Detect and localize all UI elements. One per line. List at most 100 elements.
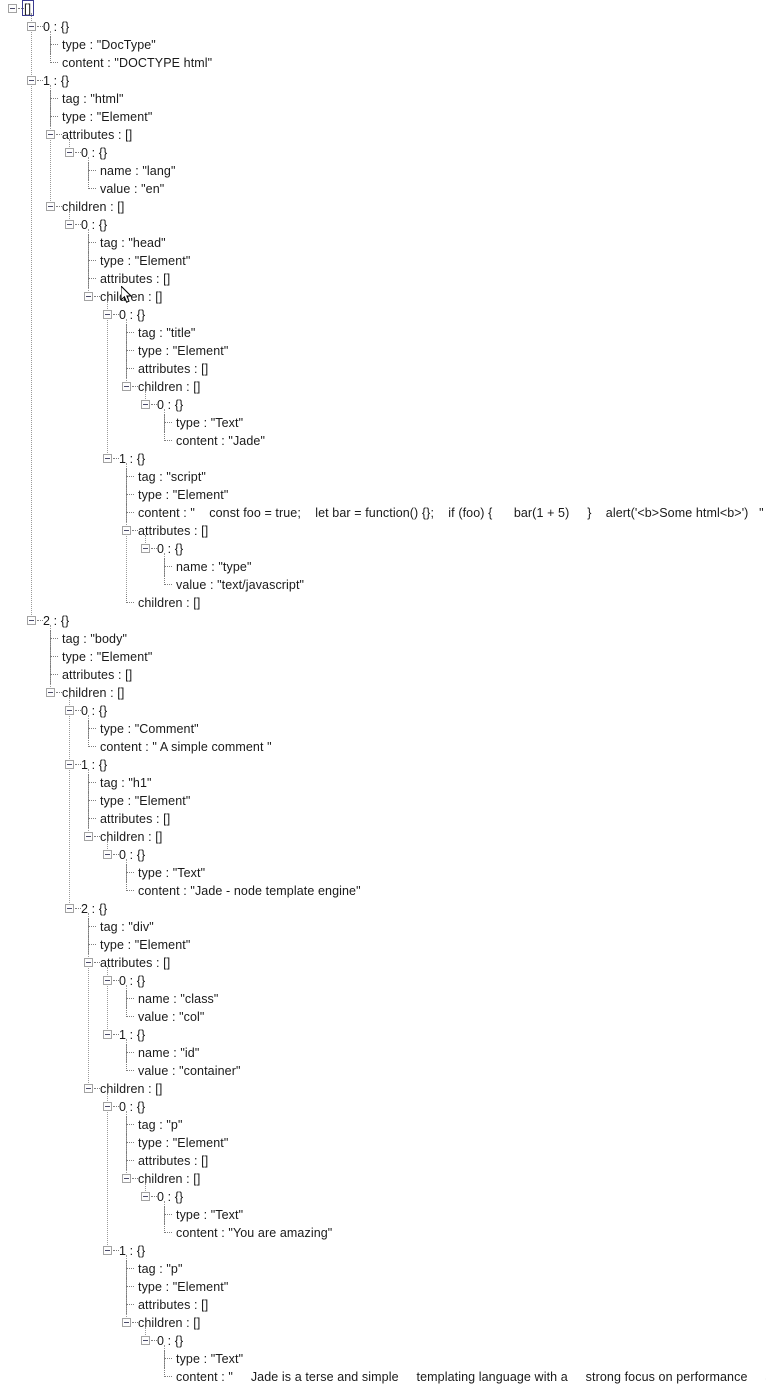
collapse-node-icon[interactable] (84, 1084, 93, 1093)
collapse-node-icon[interactable] (103, 454, 112, 463)
tree-node-label[interactable]: type : "Text" (176, 1350, 243, 1368)
tree-node-label[interactable]: type : "Element" (138, 1134, 228, 1152)
tree-node-label[interactable]: attributes : [] (62, 126, 132, 144)
tree-node-label[interactable]: type : "Element" (138, 1278, 228, 1296)
tree-node-label[interactable]: 0 : {} (157, 396, 183, 414)
tree-node-label[interactable]: type : "Element" (100, 936, 190, 954)
collapse-node-icon[interactable] (27, 616, 36, 625)
tree-node-label[interactable]: 0 : {} (119, 972, 145, 990)
tree-node-label[interactable]: type : "DocType" (62, 36, 156, 54)
collapse-node-icon[interactable] (141, 544, 150, 553)
tree-node-label[interactable]: attributes : [] (100, 270, 170, 288)
tree-node-label[interactable]: children : [] (138, 1170, 200, 1188)
collapse-node-icon[interactable] (27, 22, 36, 31)
tree-node-label[interactable]: type : "Text" (176, 1206, 243, 1224)
collapse-node-icon[interactable] (122, 1174, 131, 1183)
tree-node-label[interactable]: children : [] (100, 828, 162, 846)
collapse-node-icon[interactable] (46, 202, 55, 211)
tree-node-label[interactable]: value : "text/javascript" (176, 576, 304, 594)
tree-node-label[interactable]: attributes : [] (138, 1152, 208, 1170)
collapse-node-icon[interactable] (141, 400, 150, 409)
tree-node-label[interactable]: tag : "head" (100, 234, 166, 252)
collapse-node-icon[interactable] (84, 958, 93, 967)
tree-node-label[interactable]: tag : "body" (62, 630, 127, 648)
collapse-node-icon[interactable] (103, 310, 112, 319)
collapse-node-icon[interactable] (8, 4, 17, 13)
tree-node-label[interactable]: 1 : {} (119, 450, 145, 468)
tree-node-label[interactable]: content : " Jade is a terse and simple t… (176, 1368, 766, 1386)
tree-node-label[interactable]: children : [] (100, 1080, 162, 1098)
tree-node-label[interactable]: 0 : {} (81, 144, 107, 162)
tree-node-label[interactable]: attributes : [] (62, 666, 132, 684)
collapse-node-icon[interactable] (103, 1102, 112, 1111)
tree-node-label[interactable]: 2 : {} (43, 612, 69, 630)
tree-node-label[interactable]: name : "id" (138, 1044, 199, 1062)
tree-node-label[interactable]: type : "Element" (62, 108, 152, 126)
collapse-node-icon[interactable] (65, 220, 74, 229)
tree-node-label[interactable]: 2 : {} (81, 900, 107, 918)
tree-node-label[interactable]: type : "Text" (176, 414, 243, 432)
collapse-node-icon[interactable] (103, 1030, 112, 1039)
tree-node-label[interactable]: type : "Text" (138, 864, 205, 882)
collapse-node-icon[interactable] (103, 976, 112, 985)
tree-node-label[interactable]: [] (24, 0, 31, 18)
tree-node-label[interactable]: 0 : {} (119, 1098, 145, 1116)
tree-node-label[interactable]: name : "lang" (100, 162, 176, 180)
tree-node-label[interactable]: tag : "div" (100, 918, 154, 936)
tree-node-label[interactable]: 1 : {} (119, 1242, 145, 1260)
tree-node-label[interactable]: type : "Element" (100, 792, 190, 810)
tree-node-label[interactable]: children : [] (138, 1314, 200, 1332)
collapse-node-icon[interactable] (141, 1192, 150, 1201)
tree-node-label[interactable]: 0 : {} (81, 702, 107, 720)
tree-node-label[interactable]: attributes : [] (138, 522, 208, 540)
collapse-node-icon[interactable] (103, 850, 112, 859)
tree-node-label[interactable]: content : "You are amazing" (176, 1224, 332, 1242)
tree-node-label[interactable]: type : "Element" (100, 252, 190, 270)
tree-node-label[interactable]: 1 : {} (81, 756, 107, 774)
tree-node-label[interactable]: 1 : {} (43, 72, 69, 90)
collapse-node-icon[interactable] (84, 292, 93, 301)
tree-node-label[interactable]: attributes : [] (138, 1296, 208, 1314)
collapse-node-icon[interactable] (27, 76, 36, 85)
tree-node-label[interactable]: type : "Element" (138, 342, 228, 360)
collapse-node-icon[interactable] (65, 148, 74, 157)
collapse-node-icon[interactable] (46, 130, 55, 139)
tree-node-label[interactable]: children : [] (138, 594, 200, 612)
collapse-node-icon[interactable] (65, 706, 74, 715)
tree-node-label[interactable]: 1 : {} (119, 1026, 145, 1044)
collapse-node-icon[interactable] (65, 760, 74, 769)
collapse-node-icon[interactable] (122, 382, 131, 391)
tree-node-label[interactable]: children : [] (100, 288, 162, 306)
tree-node-label[interactable]: children : [] (62, 198, 124, 216)
tree-node-label[interactable]: tag : "title" (138, 324, 195, 342)
collapse-node-icon[interactable] (84, 832, 93, 841)
tree-node-label[interactable]: 0 : {} (81, 216, 107, 234)
tree-node-label[interactable]: content : "Jade - node template engine" (138, 882, 361, 900)
collapse-node-icon[interactable] (122, 1318, 131, 1327)
tree-node-label[interactable]: 0 : {} (157, 540, 183, 558)
tree-node-label[interactable]: tag : "script" (138, 468, 206, 486)
collapse-node-icon[interactable] (46, 688, 55, 697)
tree-node-label[interactable]: name : "class" (138, 990, 218, 1008)
tree-node-label[interactable]: value : "container" (138, 1062, 241, 1080)
tree-node-label[interactable]: name : "type" (176, 558, 252, 576)
tree-node-label[interactable]: attributes : [] (100, 810, 170, 828)
tree-node-label[interactable]: tag : "html" (62, 90, 123, 108)
tree-node-label[interactable]: type : "Comment" (100, 720, 199, 738)
tree-node-label[interactable]: 0 : {} (119, 846, 145, 864)
tree-node-label[interactable]: 0 : {} (157, 1332, 183, 1350)
tree-node-label[interactable]: attributes : [] (138, 360, 208, 378)
collapse-node-icon[interactable] (103, 1246, 112, 1255)
tree-node-label[interactable]: content : "Jade" (176, 432, 265, 450)
json-tree-viewer[interactable]: [] 0 : {} type : "DocType" content : "DOCTY… (0, 0, 766, 1400)
tree-node-label[interactable]: 0 : {} (119, 306, 145, 324)
tree-node-label[interactable]: children : [] (138, 378, 200, 396)
collapse-node-icon[interactable] (141, 1336, 150, 1345)
collapse-node-icon[interactable] (65, 904, 74, 913)
tree-node-label[interactable]: 0 : {} (157, 1188, 183, 1206)
tree-node-label[interactable]: content : " const foo = true; let bar = … (138, 504, 764, 522)
tree-node-label[interactable]: value : "col" (138, 1008, 204, 1026)
tree-node-label[interactable]: content : " A simple comment " (100, 738, 272, 756)
tree-node-label[interactable]: tag : "p" (138, 1116, 183, 1134)
tree-node-label[interactable]: value : "en" (100, 180, 164, 198)
